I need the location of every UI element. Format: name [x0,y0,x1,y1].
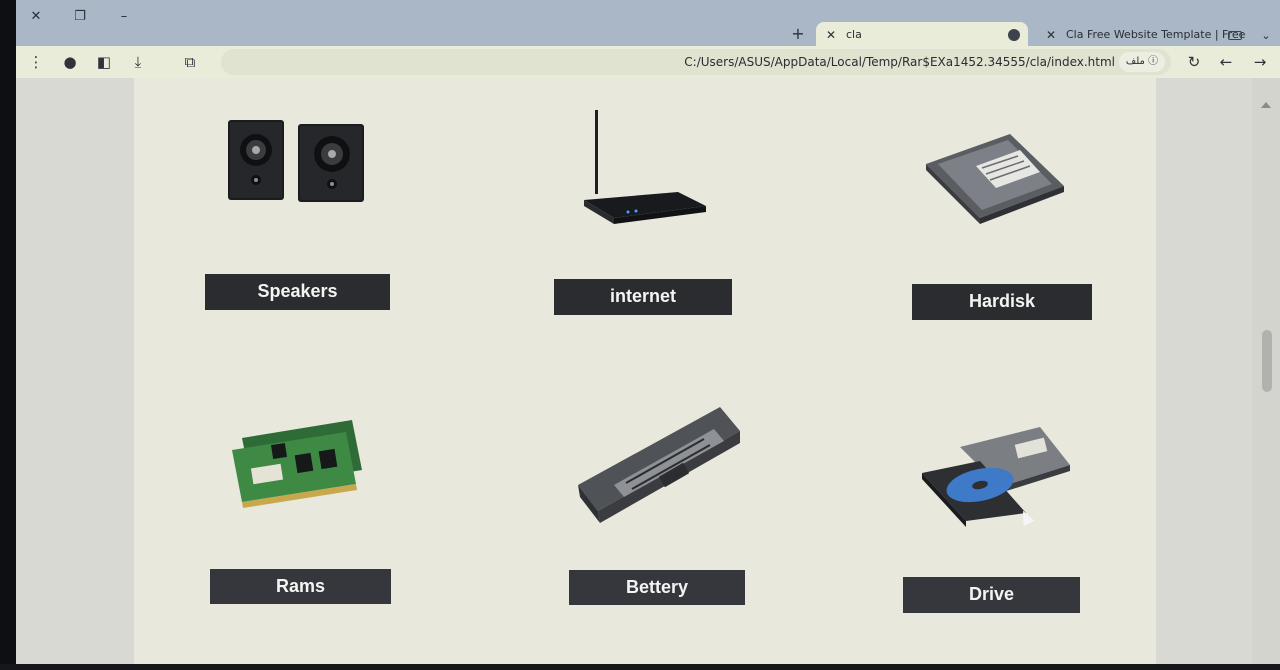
browser-toolbar: ⋮ ● ◧ ⤓ ⧉ ☆ C:/Users/ASUS/AppData/Local/… [16,46,1280,78]
speakers-image [228,120,364,202]
scrollbar[interactable] [1252,78,1280,664]
laptop-battery-image [578,407,740,523]
close-tab-icon[interactable]: ✕ [826,22,836,48]
new-tab-button[interactable]: + [786,22,810,46]
tab-title: cla [846,28,862,41]
address-bar[interactable]: C:/Users/ASUS/AppData/Local/Temp/Rar$EXa… [221,49,1171,75]
close-window-icon[interactable]: ✕ [22,6,50,28]
product-label: Speakers [205,274,390,310]
tab-template[interactable]: ✕ Cla Free Website Template | Free [1036,22,1250,48]
screen-bezel [0,664,1280,670]
router-image [584,110,706,224]
globe-icon [1008,29,1020,41]
screen: ✕ ❐ – + ✕ cla ✕ Cla Free Website Templat… [16,0,1280,664]
optical-drive-image [922,427,1070,527]
menu-dots-icon[interactable]: ⋮ [24,50,48,74]
extensions-icon[interactable]: ⧉ [178,50,202,74]
page-viewport: Speakers internet Hardisk Rams Bettery D… [16,78,1280,664]
scroll-up-icon[interactable] [1261,102,1271,108]
scrollbar-thumb[interactable] [1262,330,1272,392]
address-url[interactable]: C:/Users/ASUS/AppData/Local/Temp/Rar$EXa… [684,49,1115,75]
product-label: Rams [210,569,391,604]
cast-icon [1228,31,1242,40]
product-card-hardisk[interactable]: Hardisk [894,108,1094,323]
tab-strip: ✕ ❐ – + ✕ cla ✕ Cla Free Website Templat… [16,0,1280,48]
site-info-label: ملف [1125,56,1145,67]
product-label: internet [554,279,732,315]
product-card-speakers[interactable]: Speakers [204,108,404,318]
product-card-rams[interactable]: Rams [210,408,410,608]
back-icon[interactable]: ← [1214,50,1238,74]
reload-icon[interactable]: ↻ [1182,50,1206,74]
hard-disk-image [926,134,1064,224]
minimize-window-icon[interactable]: – [110,6,138,28]
profile-icon[interactable]: ● [58,50,82,74]
restore-window-icon[interactable]: ❐ [66,6,94,28]
download-icon[interactable]: ⤓ [126,50,150,74]
products-section: Speakers internet Hardisk Rams Bettery D… [134,78,1156,664]
ram-modules-image [232,420,362,508]
product-card-bettery[interactable]: Bettery [554,403,754,613]
tab-title: Cla Free Website Template | Free [1066,28,1246,41]
sidebar-icon[interactable]: ◧ [92,50,116,74]
site-info-chip[interactable]: ملف ⓘ [1119,52,1165,72]
product-card-drive[interactable]: Drive [886,413,1096,623]
product-label: Hardisk [912,284,1092,320]
tab-search-icon[interactable]: ⌄ [1256,26,1276,46]
product-label: Drive [903,577,1080,613]
forward-icon[interactable]: → [1248,50,1272,74]
product-label: Bettery [569,570,745,605]
tab-cla[interactable]: ✕ cla [816,22,1028,48]
product-card-internet[interactable]: internet [554,108,754,318]
close-tab-icon[interactable]: ✕ [1046,22,1056,48]
